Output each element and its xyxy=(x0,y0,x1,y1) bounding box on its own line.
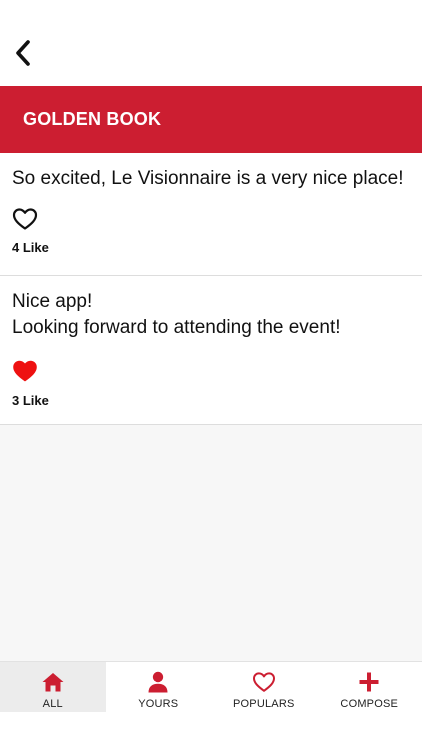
post-text: So excited, Le Visionnaire is a very nic… xyxy=(12,168,404,189)
app-screen: GOLDEN BOOK So excited, Le Visionnaire i… xyxy=(0,0,422,750)
tab-compose[interactable]: COMPOSE xyxy=(317,662,422,712)
section-title: GOLDEN BOOK xyxy=(23,109,162,129)
bottom-tab-bar: ALL YOURS POPULARS COMPOSE xyxy=(0,661,422,712)
tab-label: YOURS xyxy=(138,698,179,710)
tab-all[interactable]: ALL xyxy=(0,662,106,712)
heart-outline-icon[interactable] xyxy=(12,207,38,231)
post-item: Nice app! Looking forward to attending t… xyxy=(0,276,422,425)
heart-filled-icon[interactable] xyxy=(12,359,38,383)
user-icon xyxy=(148,671,168,693)
heart-outline-icon xyxy=(252,672,275,692)
home-indicator-area xyxy=(0,712,422,750)
posts-feed: So excited, Le Visionnaire is a very nic… xyxy=(0,153,422,425)
tab-yours[interactable]: YOURS xyxy=(106,662,212,712)
post-item: So excited, Le Visionnaire is a very nic… xyxy=(0,153,422,276)
plus-icon xyxy=(359,672,379,692)
like-count: 3 Like xyxy=(12,393,49,408)
top-navigation-bar xyxy=(0,0,422,86)
tab-label: ALL xyxy=(42,698,63,710)
like-count: 4 Like xyxy=(12,240,49,255)
chevron-left-icon xyxy=(16,40,30,66)
home-icon xyxy=(42,673,64,692)
tab-label: POPULARS xyxy=(232,698,295,710)
section-header: GOLDEN BOOK xyxy=(0,86,422,153)
tab-populars[interactable]: POPULARS xyxy=(211,662,317,712)
back-button[interactable] xyxy=(8,36,38,70)
post-text: Nice app! Looking forward to attending t… xyxy=(12,291,341,338)
tab-label: COMPOSE xyxy=(340,698,399,710)
